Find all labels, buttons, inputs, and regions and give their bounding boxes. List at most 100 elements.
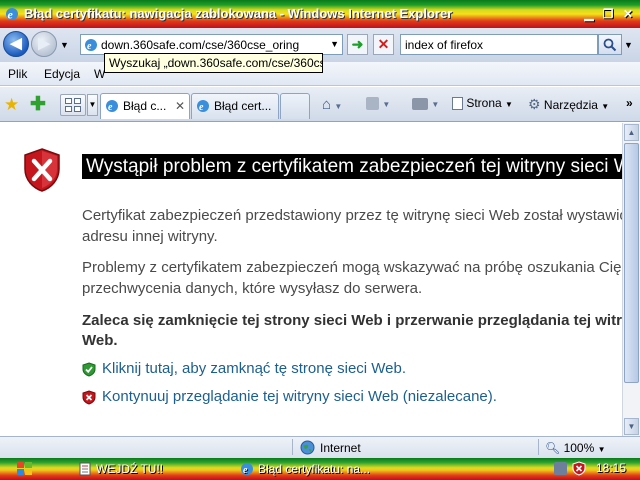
back-button[interactable]: ◀ [3, 31, 29, 57]
add-favorite-icon[interactable]: ✚ [30, 93, 46, 116]
address-dropdown-icon[interactable]: ▼ [330, 39, 339, 49]
scroll-up-icon[interactable]: ▲ [624, 124, 639, 141]
forward-arrow-icon: ▶ [38, 35, 50, 52]
home-button[interactable]: ⌂ ▼ [322, 96, 342, 113]
taskbar-item-wejdz[interactable]: WEJDŹ TU!! [76, 460, 163, 478]
new-tab-button[interactable] [280, 93, 310, 119]
tray-network-icon[interactable] [554, 462, 567, 475]
zoom-dropdown-icon[interactable]: ▼ [598, 445, 606, 454]
ie-logo-icon: e [241, 463, 253, 476]
start-windows-logo-icon[interactable] [14, 460, 36, 478]
scroll-down-icon[interactable]: ▼ [624, 418, 639, 435]
rss-icon [366, 97, 379, 111]
window-title: Błąd certyfikatu: nawigacja zablokowana … [24, 6, 453, 21]
tab-close-icon[interactable]: ✕ [175, 94, 185, 118]
internet-globe-icon [300, 440, 315, 455]
svg-text:e: e [243, 465, 248, 476]
address-bar[interactable]: e ▼ [80, 34, 343, 55]
tab-certificate-error-1[interactable]: e Błąd c... ✕ [100, 93, 190, 119]
system-clock[interactable]: 18:15 [596, 461, 626, 475]
quick-tabs-button[interactable] [60, 94, 86, 116]
search-input[interactable] [405, 36, 593, 53]
tools-menu-button[interactable]: ⚙ Narzędzia ▼ [528, 96, 609, 113]
stop-icon[interactable]: ✕ [373, 34, 394, 55]
close-icon[interactable]: ✕ [619, 6, 637, 22]
print-dropdown-icon[interactable]: ▼ [431, 100, 439, 109]
zoom-magnifier-icon: 🔍︎ [545, 441, 561, 455]
ie-logo-icon: e [6, 8, 18, 22]
svg-text:e: e [199, 102, 204, 113]
tab-label: Błąd c... [123, 99, 167, 113]
tab-certificate-error-2[interactable]: e Błąd cert... [191, 93, 279, 119]
status-separator [292, 439, 293, 455]
forward-button[interactable]: ▶ [31, 31, 57, 57]
error-paragraph-1-line-2: adresu innej witryny. [82, 228, 218, 245]
gear-icon: ⚙ [528, 96, 541, 112]
print-icon [412, 97, 428, 110]
page-dropdown-icon: ▼ [505, 100, 513, 109]
tab-ie-icon: e [197, 100, 209, 113]
quick-tabs-icon-part [74, 98, 81, 104]
page-menu-label: Strona [466, 96, 502, 110]
tools-dropdown-icon: ▼ [601, 102, 610, 111]
error-paragraph-1-line-1: Certyfikat zabezpieczeń przedstawiony pr… [82, 207, 622, 224]
scroll-thumb[interactable] [624, 143, 639, 383]
page-icon [452, 97, 463, 111]
error-paragraph-2-line-1: Problemy z certyfikatem zabezpieczeń mog… [82, 259, 622, 276]
page-ie-icon: e [85, 39, 97, 52]
home-icon: ⌂ [322, 96, 332, 113]
tab-bar: ★ ✚ ▼ e Błąd c... ✕ e Błąd cert... ⌂ ▼ ▼… [0, 87, 640, 122]
svg-text:e: e [8, 8, 14, 22]
quick-tabs-icon [65, 98, 72, 104]
quick-tabs-icon-part [65, 106, 72, 112]
error-paragraph-2-line-2: przechwycenia danych, które wysyłasz do … [82, 280, 423, 297]
red-shield-x-icon [82, 390, 96, 405]
quick-tabs-icon-part [74, 106, 81, 112]
search-icon [603, 38, 617, 52]
home-dropdown-icon[interactable]: ▼ [334, 102, 342, 111]
vertical-scrollbar[interactable]: ▲ ▼ [622, 123, 640, 436]
zoom-control[interactable]: 🔍︎ 100% ▼ [545, 441, 606, 455]
document-icon [79, 462, 91, 476]
search-dropdown-icon[interactable]: ▼ [624, 40, 633, 50]
svg-text:e: e [108, 102, 113, 113]
zoom-level: 100% [563, 441, 595, 455]
print-button[interactable]: ▼ [412, 96, 439, 110]
close-page-link[interactable]: Kliknij tutaj, aby zamknąć tę stronę sie… [82, 359, 406, 379]
tray-security-shield-icon[interactable] [572, 461, 586, 476]
tab-ie-icon: e [106, 100, 118, 113]
menu-edit[interactable]: Edycja [44, 67, 80, 81]
minimize-icon[interactable]: ▁ [580, 6, 598, 22]
page-menu-button[interactable]: Strona ▼ [452, 96, 513, 111]
page-content: Wystąpił problem z certyfikatem zabezpie… [0, 123, 622, 436]
taskbar-item-label: Błąd certyfikatu: na... [258, 462, 371, 476]
favorites-star-icon[interactable]: ★ [4, 95, 19, 115]
maximize-icon[interactable]: ❐ [599, 6, 617, 22]
tab-label: Błąd cert... [214, 99, 272, 113]
toolbar-overflow-icon[interactable]: » [626, 96, 633, 110]
back-arrow-icon: ◀ [10, 35, 22, 52]
tab-list-dropdown-icon[interactable]: ▼ [87, 94, 98, 116]
taskbar-item-label: WEJDŹ TU!! [96, 462, 164, 476]
security-zone[interactable]: Internet [300, 440, 361, 455]
menu-file[interactable]: Plik [8, 67, 27, 81]
search-box[interactable] [400, 34, 598, 55]
taskbar-item-ie[interactable]: e Błąd certyfikatu: na... [238, 460, 370, 478]
error-shield-icon [24, 148, 60, 192]
status-separator [538, 439, 539, 455]
search-button[interactable] [598, 34, 622, 55]
continue-to-website-link[interactable]: Kontynuuj przeglądanie tej witryny sieci… [82, 387, 497, 407]
error-heading: Wystąpił problem z certyfikatem zabezpie… [82, 154, 622, 179]
feeds-dropdown-icon[interactable]: ▼ [382, 100, 390, 109]
tools-menu-label: Narzędzia [543, 98, 598, 112]
recommendation-line-2: Web. [82, 332, 118, 349]
history-dropdown-icon[interactable]: ▼ [60, 40, 69, 50]
taskbar: WEJDŹ TU!! e Błąd certyfikatu: na... 18:… [0, 458, 640, 480]
refresh-go-icon[interactable]: ➜ [347, 34, 368, 55]
status-bar: Internet 🔍︎ 100% ▼ [0, 436, 640, 458]
feeds-button[interactable]: ▼ [366, 96, 390, 111]
url-input[interactable] [101, 36, 321, 53]
security-zone-label: Internet [320, 441, 361, 455]
continue-link-text[interactable]: Kontynuuj przeglądanie tej witryny sieci… [102, 388, 497, 405]
close-page-link-text[interactable]: Kliknij tutaj, aby zamknąć tę stronę sie… [102, 360, 406, 377]
